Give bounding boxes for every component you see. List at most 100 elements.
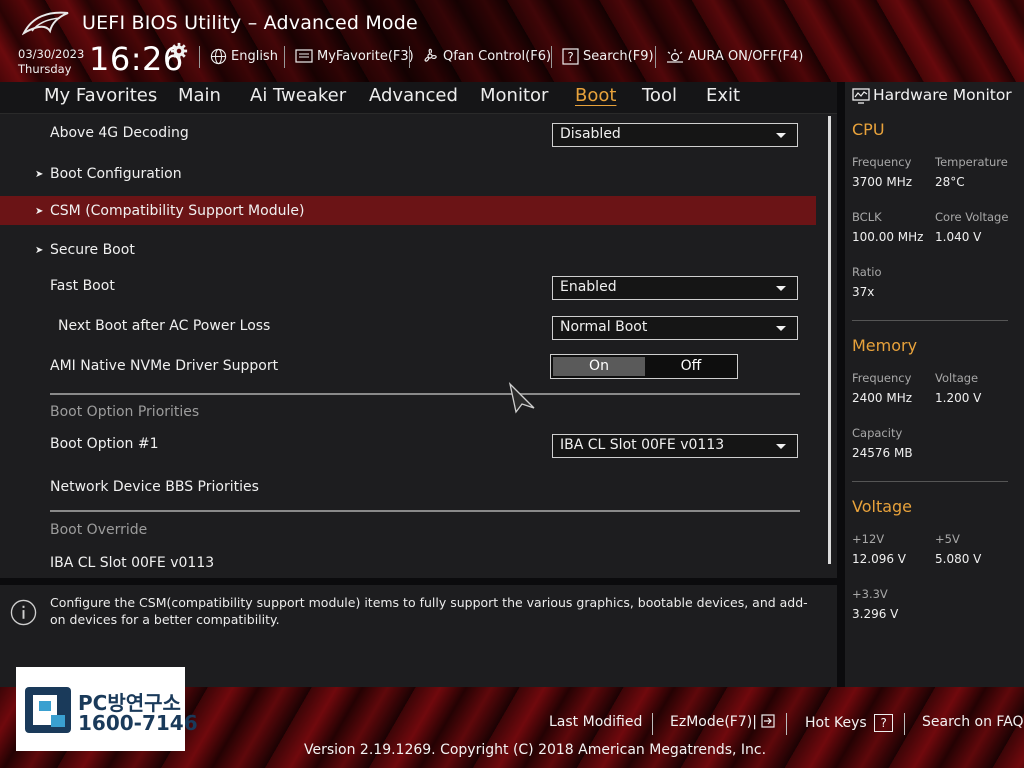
boot-settings-panel: Above 4G Decoding Disabled ➤ Boot Config… <box>0 114 837 578</box>
footer-separator <box>904 713 905 735</box>
gear-icon[interactable] <box>170 42 188 60</box>
v12-label: +12V <box>852 532 885 546</box>
network-bbs-priorities-item[interactable]: Network Device BBS Priorities <box>50 479 259 495</box>
section-divider <box>50 393 800 395</box>
hot-keys-label: Hot Keys <box>805 715 867 731</box>
search-label: Search(F9) <box>583 48 654 64</box>
memory-frequency-label: Frequency <box>852 371 912 385</box>
fast-boot-label: Fast Boot <box>50 278 115 294</box>
next-boot-ac-select[interactable]: Normal Boot <box>552 316 798 340</box>
help-text: Configure the CSM(compatibility support … <box>50 595 808 627</box>
info-icon <box>10 599 37 626</box>
tab-advanced[interactable]: Advanced <box>369 85 458 106</box>
chevron-down-icon <box>776 444 786 449</box>
version-text: Version 2.19.1269. Copyright (C) 2018 Am… <box>304 742 767 758</box>
ezmode-button[interactable]: EzMode(F7)| <box>670 714 776 730</box>
main-tab-bar: My Favorites Main Ai Tweaker Advanced Mo… <box>0 82 837 114</box>
boot-override-item[interactable]: IBA CL Slot 00FE v0113 <box>50 555 214 571</box>
csm-item[interactable]: CSM (Compatibility Support Module) <box>50 203 304 219</box>
monitor-icon <box>852 88 870 104</box>
cpu-heading: CPU <box>852 120 885 139</box>
hw-section-divider <box>852 320 1008 321</box>
cpu-frequency-label: Frequency <box>852 155 912 169</box>
hot-keys-button[interactable]: Hot Keys ? <box>805 714 894 732</box>
watermark-logo-icon <box>25 687 71 733</box>
tab-boot[interactable]: Boot <box>575 85 616 106</box>
nvme-driver-label: AMI Native NVMe Driver Support <box>50 358 279 374</box>
nvme-driver-toggle[interactable]: On Off <box>550 354 738 379</box>
toolbar-separator <box>551 46 552 68</box>
cpu-temperature-value: 28°C <box>935 175 965 189</box>
core-voltage-value: 1.040 V <box>935 230 982 244</box>
search-button[interactable]: ? Search(F9) <box>562 46 654 66</box>
qfan-label: Qfan Control(F6) <box>443 48 552 64</box>
footer-separator <box>786 713 787 735</box>
secure-boot-item[interactable]: Secure Boot <box>50 242 135 258</box>
boot-override-heading: Boot Override <box>50 522 148 538</box>
above-4g-decoding-label: Above 4G Decoding <box>50 125 189 141</box>
toolbar-separator <box>199 46 200 68</box>
chevron-down-icon <box>776 326 786 331</box>
above-4g-decoding-select[interactable]: Disabled <box>552 123 798 147</box>
above-4g-decoding-value: Disabled <box>560 126 621 142</box>
tab-main[interactable]: Main <box>178 85 221 106</box>
myfavorite-button[interactable]: MyFavorite(F3) <box>295 46 414 66</box>
ratio-value: 37x <box>852 285 875 299</box>
bclk-label: BCLK <box>852 210 882 224</box>
ratio-label: Ratio <box>852 265 882 279</box>
tab-monitor[interactable]: Monitor <box>480 85 548 106</box>
last-modified-button[interactable]: Last Modified <box>549 714 642 730</box>
tab-tool[interactable]: Tool <box>642 85 677 106</box>
svg-text:?: ? <box>567 50 573 64</box>
myfavorite-label: MyFavorite(F3) <box>317 48 414 64</box>
chevron-down-icon <box>776 133 786 138</box>
toggle-off-option[interactable]: Off <box>647 357 735 376</box>
submenu-arrow-icon: ➤ <box>35 169 44 180</box>
submenu-arrow-icon: ➤ <box>35 245 44 256</box>
language-button[interactable]: English <box>210 46 278 66</box>
section-divider <box>50 510 800 512</box>
help-key-icon: ? <box>874 714 894 732</box>
toolbar-separator <box>284 46 285 68</box>
qfan-control-button[interactable]: Qfan Control(F6) <box>421 46 551 66</box>
memory-voltage-value: 1.200 V <box>935 391 982 405</box>
v5-label: +5V <box>935 532 960 546</box>
tab-ai-tweaker[interactable]: Ai Tweaker <box>250 85 346 106</box>
toggle-on-option[interactable]: On <box>553 357 645 376</box>
v12-value: 12.096 V <box>852 552 907 566</box>
ezmode-label: EzMode(F7)| <box>670 714 757 730</box>
cpu-frequency-value: 3700 MHz <box>852 175 913 189</box>
aura-light-icon <box>667 49 683 63</box>
exit-arrow-icon <box>761 714 776 728</box>
tab-exit[interactable]: Exit <box>706 85 740 106</box>
memory-heading: Memory <box>852 336 918 355</box>
boot-option-1-label: Boot Option #1 <box>50 436 159 452</box>
day-value: Thursday <box>18 62 72 76</box>
hardware-monitor-title: Hardware Monitor <box>873 86 1012 104</box>
aura-label: AURA ON/OFF(F4) <box>688 48 804 64</box>
toolbar-separator <box>655 46 656 68</box>
settings-scrollbar[interactable] <box>828 116 831 564</box>
cpu-temperature-label: Temperature <box>935 155 1008 169</box>
v33-label: +3.3V <box>852 587 888 601</box>
date-value: 03/30/2023 <box>18 47 85 61</box>
footer-separator <box>652 713 653 735</box>
page-title: UEFI BIOS Utility – Advanced Mode <box>82 12 418 34</box>
hw-section-divider <box>852 481 1008 482</box>
fast-boot-value: Enabled <box>560 279 617 295</box>
aura-toggle-button[interactable]: AURA ON/OFF(F4) <box>666 46 803 66</box>
mouse-cursor-icon <box>508 382 535 414</box>
fast-boot-select[interactable]: Enabled <box>552 276 798 300</box>
tab-my-favorites[interactable]: My Favorites <box>44 85 157 106</box>
boot-configuration-item[interactable]: Boot Configuration <box>50 166 182 182</box>
boot-priorities-heading: Boot Option Priorities <box>50 404 200 420</box>
watermark-badge: PC방연구소 1600-7146 <box>16 667 198 751</box>
toolbar-separator <box>409 46 410 68</box>
boot-option-1-select[interactable]: IBA CL Slot 00FE v0113 <box>552 434 798 458</box>
memory-capacity-label: Capacity <box>852 426 903 440</box>
fan-icon <box>424 48 437 62</box>
v33-value: 3.296 V <box>852 607 899 621</box>
watermark-line2: 1600-7146 <box>78 711 198 735</box>
search-faq-button[interactable]: Search on FAQ <box>922 714 1024 730</box>
chevron-down-icon <box>776 286 786 291</box>
